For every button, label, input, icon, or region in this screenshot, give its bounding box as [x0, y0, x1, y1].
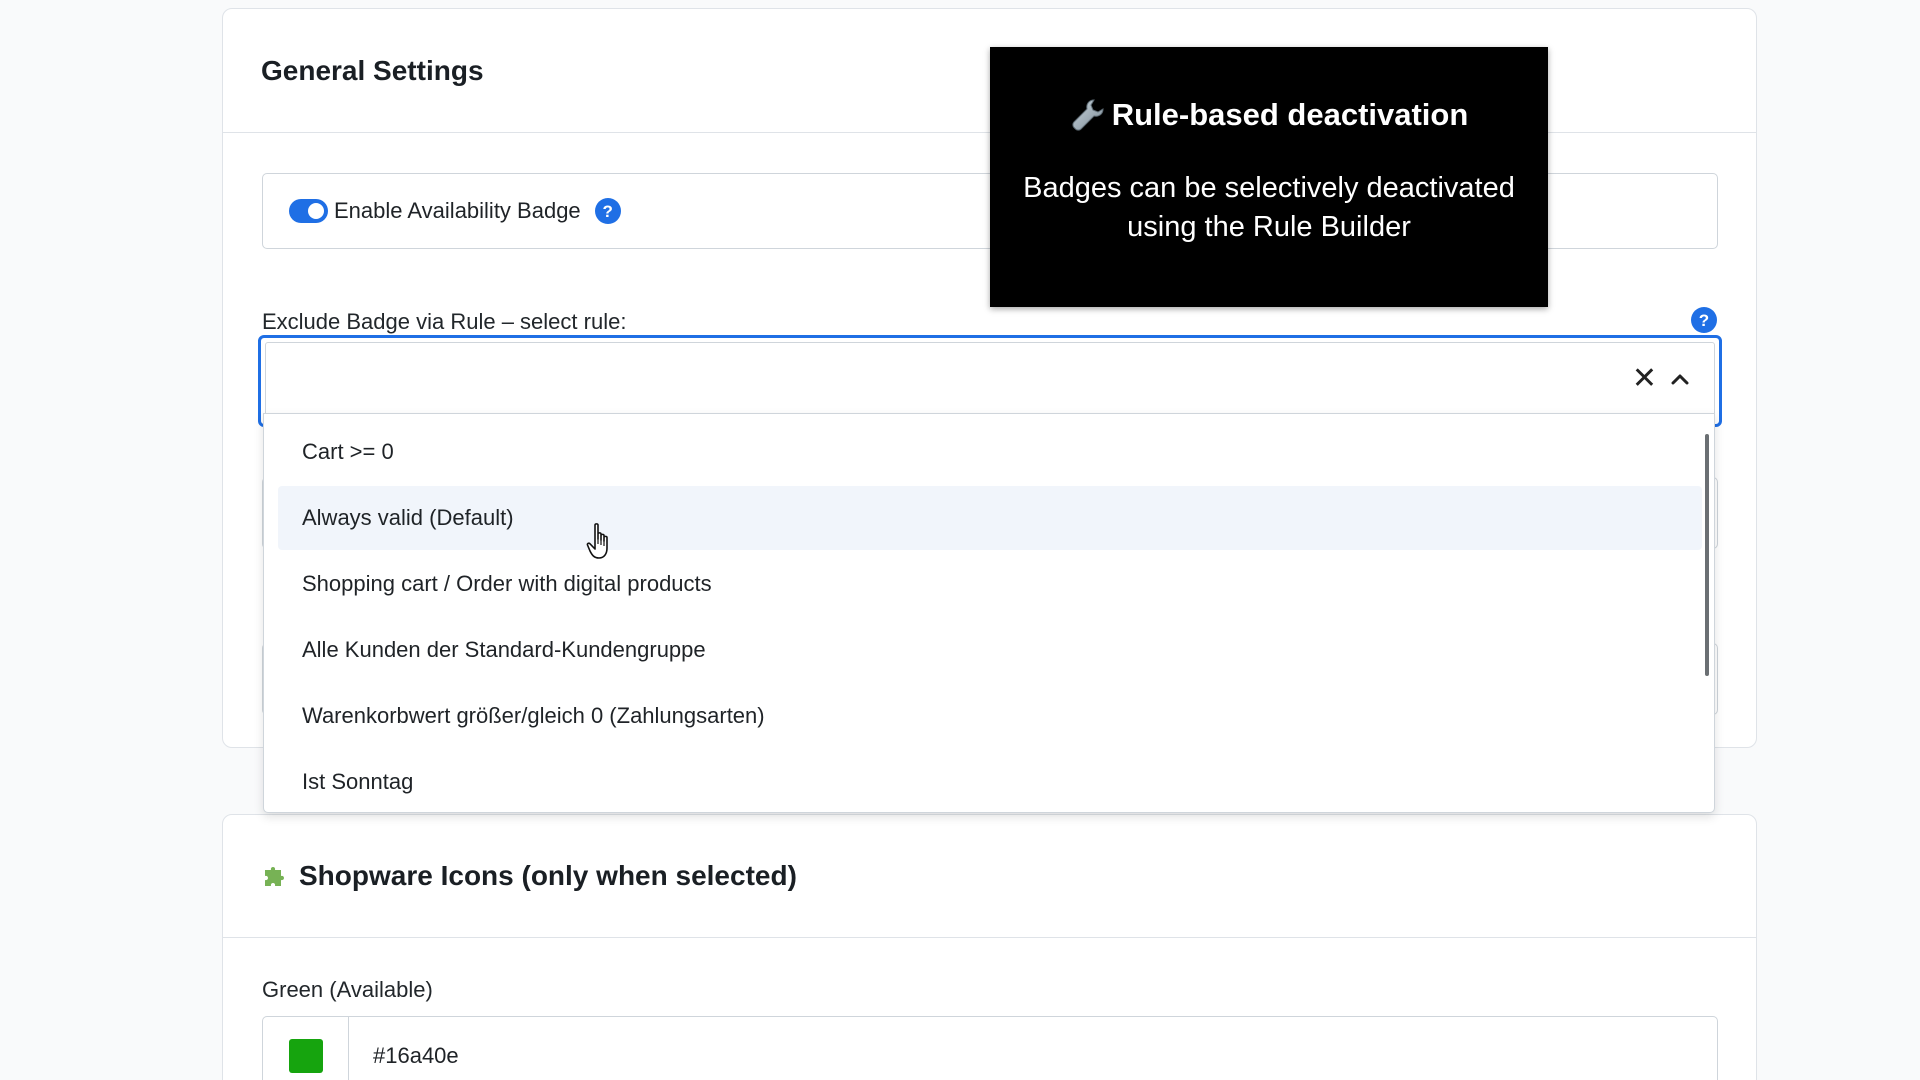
- help-icon[interactable]: ?: [1691, 307, 1717, 333]
- exclude-badge-rule-label: Exclude Badge via Rule – select rule:: [262, 309, 627, 334]
- chevron-up-icon[interactable]: [1669, 368, 1691, 390]
- green-swatch: [288, 1039, 323, 1073]
- shopware-icons-header: Shopware Icons (only when selected): [223, 815, 1756, 938]
- green-color-field[interactable]: #16a40e: [262, 1016, 1718, 1080]
- wrench-icon: [1072, 99, 1104, 131]
- overlay-title: Rule-based deactivation: [1111, 97, 1469, 132]
- annotation-overlay: Rule-based deactivation Badges can be se…: [990, 47, 1548, 307]
- rule-select-input[interactable]: [265, 342, 1715, 420]
- help-icon[interactable]: ?: [594, 198, 621, 224]
- dropdown-scrollbar[interactable]: [1705, 434, 1709, 676]
- clear-icon[interactable]: ✕: [1632, 364, 1657, 394]
- shopware-icons-title: Shopware Icons (only when selected): [299, 860, 797, 891]
- hand-pointer-icon: [586, 523, 608, 559]
- dropdown-option[interactable]: Shopping cart / Order with digital produ…: [278, 552, 1702, 616]
- dropdown-option[interactable]: Ist Sonntag: [278, 750, 1702, 812]
- enable-availability-badge-switch[interactable]: [289, 199, 328, 223]
- overlay-title-row: Rule-based deactivation: [990, 97, 1548, 133]
- general-settings-title: General Settings: [261, 54, 484, 86]
- green-color-input[interactable]: #16a40e: [349, 1017, 459, 1080]
- rule-dropdown-list[interactable]: Cart >= 0 Always valid (Default) Shoppin…: [263, 413, 1715, 813]
- dropdown-option[interactable]: Warenkorbwert größer/gleich 0 (Zahlungsa…: [278, 684, 1702, 748]
- dropdown-option[interactable]: Cart >= 0: [278, 420, 1702, 484]
- green-available-label: Green (Available): [262, 977, 433, 1002]
- enable-availability-badge-label: Enable Availability Badge: [334, 198, 581, 223]
- puzzle-icon: [265, 867, 284, 886]
- color-swatch-button[interactable]: [263, 1017, 349, 1080]
- overlay-body: Badges can be selectively deactivated us…: [1023, 172, 1515, 243]
- shopware-icons-card: Shopware Icons (only when selected) Gree…: [222, 814, 1757, 1080]
- dropdown-option-hovered[interactable]: Always valid (Default): [278, 486, 1702, 550]
- dropdown-option[interactable]: Alle Kunden der Standard-Kundengruppe: [278, 618, 1702, 682]
